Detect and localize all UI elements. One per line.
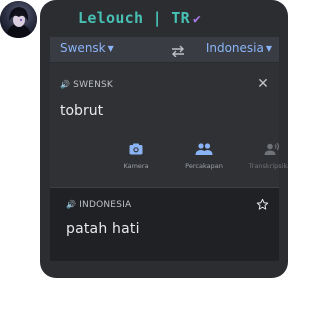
avatar-image [0,1,37,38]
camera-icon [129,143,143,155]
conversation-button[interactable]: Percakapan [174,143,234,170]
speaker-icon: 🔊 [66,200,77,209]
camera-button[interactable]: Kamera [106,143,166,170]
source-language-label: Swensk [60,41,106,55]
conversation-label: Percakapan [185,162,223,170]
language-bar: Swensk ▼ Indonesia ▼ [50,37,279,63]
star-icon [256,198,269,210]
transcribe-button[interactable]: Transkripsikan [242,143,288,170]
target-language-label: Indonesia [205,41,264,55]
username-text: Lelouch | TR [78,9,190,27]
source-language-select[interactable]: Swensk ▼ [60,41,114,55]
check-icon: ✔ [192,12,202,27]
source-text-input[interactable]: tobrut [60,103,103,119]
source-panel: 🔊 SWENSK ✕ tobrut Kamera Percakapan Tran… [50,63,288,187]
caret-down-icon: ▼ [265,44,272,53]
camera-label: Kamera [123,162,149,170]
target-language-select[interactable]: Indonesia ▼ [206,41,272,55]
speaker-icon: 🔊 [60,80,71,89]
save-translation-button[interactable] [256,196,269,215]
caret-down-icon: ▼ [107,44,114,53]
username[interactable]: Lelouch | TR ✔ [78,9,201,29]
transcribe-label: Transkripsikan [248,162,288,170]
close-icon: ✕ [257,76,269,92]
swap-languages-button[interactable] [171,42,185,61]
clear-input-button[interactable]: ✕ [255,76,271,92]
result-label[interactable]: 🔊 INDONESIA [66,200,131,210]
avatar[interactable] [0,1,37,38]
people-icon [195,143,213,155]
message-card: Lelouch | TR ✔ Swensk ▼ Indonesia ▼ 🔊 SWENSK… [40,0,288,278]
swap-icon [172,45,184,58]
result-panel: 🔊 INDONESIA patah hati [50,187,279,261]
source-label[interactable]: 🔊 SWENSK [60,80,113,90]
translated-text: patah hati [66,221,140,237]
transcribe-icon [264,143,280,155]
